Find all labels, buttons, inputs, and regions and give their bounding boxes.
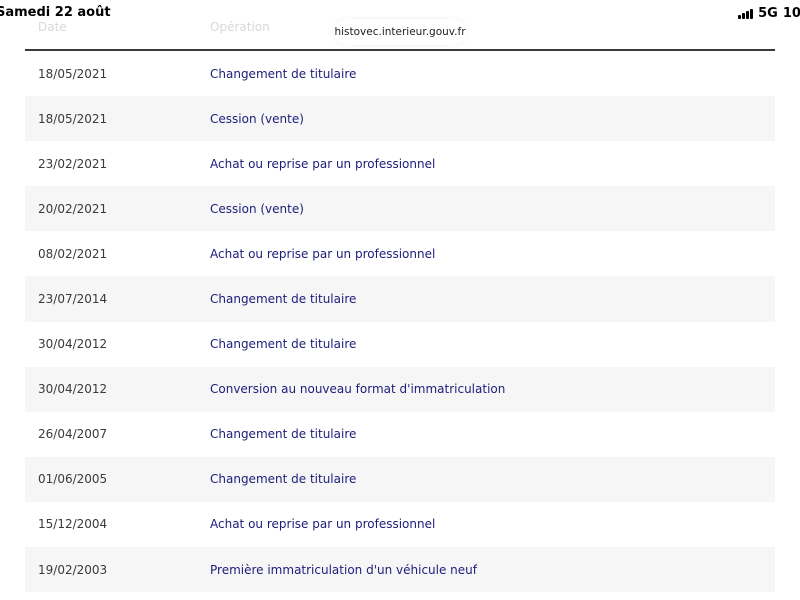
row-date: 23/07/2014 — [38, 292, 108, 307]
row-operation: Changement de titulaire — [210, 472, 357, 487]
table-row: 20/02/2021 Cession (vente) — [25, 186, 775, 232]
table-row: 26/04/2007 Changement de titulaire — [25, 412, 775, 457]
table-row: 01/06/2005 Changement de titulaire — [25, 456, 775, 502]
address-bar[interactable]: histovec.interieur.gouv.fr — [334, 19, 466, 45]
row-date: 20/02/2021 — [38, 201, 108, 216]
row-operation: Changement de titulaire — [210, 292, 357, 307]
row-operation: Conversion au nouveau format d'immatricu… — [210, 382, 506, 397]
table-row: 23/02/2021 Achat ou reprise par un profes… — [25, 141, 775, 186]
row-date: 23/02/2021 — [38, 156, 108, 171]
row-operation: Cession (vente) — [210, 201, 304, 216]
table-row: 30/04/2012 Changement de titulaire — [25, 322, 775, 367]
battery-level: 100 — [782, 6, 800, 21]
row-date: 26/04/2007 — [38, 427, 108, 442]
row-date: 15/12/2004 — [38, 517, 108, 532]
table-row: 23/07/2014 Changement de titulaire — [25, 276, 775, 322]
row-date: 08/02/2021 — [38, 246, 108, 261]
row-operation: Cession (vente) — [210, 111, 304, 126]
row-operation: Achat ou reprise par un professionnel — [210, 246, 436, 261]
address-url: histovec.interieur.gouv.fr — [334, 26, 466, 38]
row-date: 01/06/2005 — [38, 472, 108, 487]
row-date: 30/04/2012 — [38, 337, 108, 352]
history-table: 18/05/2021 Changement de titulaire 18/05/2… — [25, 51, 775, 593]
header-operation: Opération — [210, 20, 270, 34]
row-date: 19/02/2003 — [38, 562, 108, 577]
table-row: 19/02/2003 Première immatriculation d'un … — [25, 547, 775, 593]
row-operation: Première immatriculation d'un véhicule n… — [210, 562, 477, 577]
row-operation: Changement de titulaire — [210, 66, 357, 81]
row-operation: Achat ou reprise par un professionnel — [210, 156, 436, 171]
table-row: 18/05/2021 Changement de titulaire — [25, 51, 775, 96]
row-date: 18/05/2021 — [38, 66, 108, 81]
row-operation: Changement de titulaire — [210, 427, 357, 442]
row-date: 18/05/2021 — [38, 111, 108, 126]
table-row: 30/04/2012 Conversion au nouveau format d… — [25, 366, 775, 412]
header-date: Date — [38, 20, 67, 34]
row-operation: Changement de titulaire — [210, 337, 357, 352]
row-operation: Achat ou reprise par un professionnel — [210, 517, 436, 532]
table-row: 18/05/2021 Cession (vente) — [25, 96, 775, 142]
table-row: 08/02/2021 Achat ou reprise par un profes… — [25, 231, 775, 276]
row-date: 30/04/2012 — [38, 382, 108, 397]
table-row: 15/12/2004 Achat ou reprise par un profes… — [25, 502, 775, 547]
